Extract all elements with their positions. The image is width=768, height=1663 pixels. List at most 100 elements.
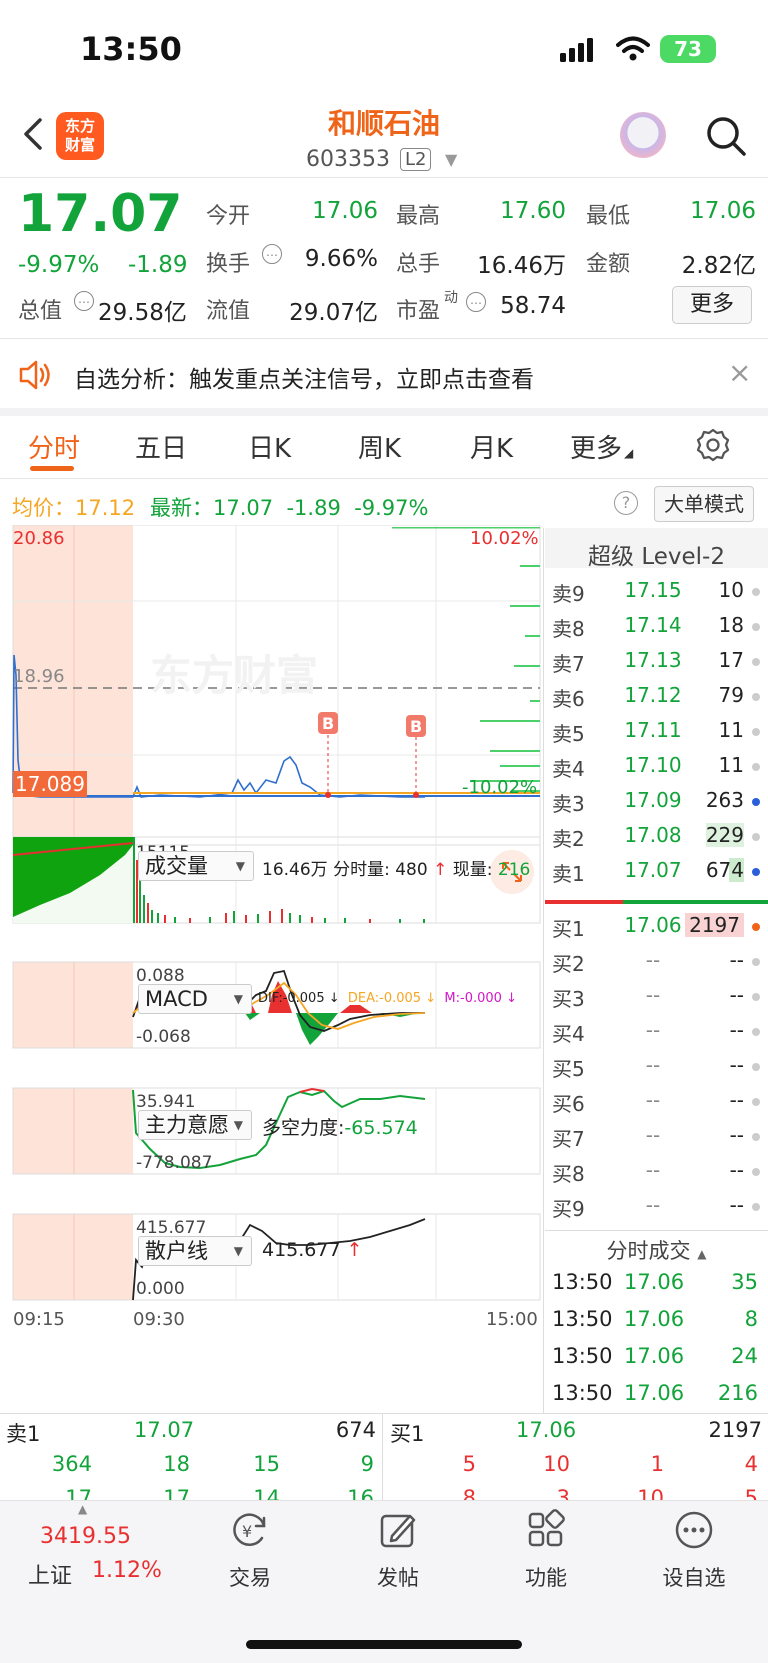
bid-price: -- (645, 1193, 661, 1217)
bid-label: 买3 (552, 987, 585, 1011)
tick-volume: 35 (731, 1270, 758, 1294)
pre-market-shade (13, 962, 133, 1048)
status-dot (752, 728, 760, 736)
change-percent: -9.97% (18, 252, 100, 278)
main-force-value: -65.574 (344, 1117, 418, 1139)
dropdown-caret-icon[interactable]: ▼ (445, 150, 457, 169)
volume-minute-value: 480 (395, 860, 428, 880)
tick-volume: 8 (744, 1307, 758, 1331)
bid-price: -- (645, 1158, 661, 1182)
market-cap-info-icon[interactable]: … (74, 291, 94, 311)
tick-row: 13:50 17.06 8 (552, 1307, 762, 1343)
tab-intraday[interactable]: 分时 (28, 428, 80, 465)
status-dot (752, 798, 760, 806)
bid-label: 买2 (552, 952, 585, 976)
nav-post[interactable]: 发帖 (348, 1508, 448, 1592)
status-dot (752, 868, 760, 876)
assistant-robot-icon[interactable] (620, 112, 666, 158)
status-dot (752, 923, 760, 931)
battery-icon: 73 (660, 35, 716, 63)
status-dot (752, 1133, 760, 1141)
tab-daily-k[interactable]: 日K (248, 428, 291, 465)
macd-selector[interactable]: MACD ▼ (138, 984, 252, 1014)
ticks-divider (545, 1230, 768, 1231)
depth-cell: 15 (253, 1452, 280, 1476)
bid-row: 买4 -- -- (552, 1018, 764, 1053)
turnover-info-icon[interactable]: … (262, 244, 282, 264)
caret-up-icon[interactable]: ▲ (78, 1502, 87, 1516)
tab-monthly-k[interactable]: 月K (470, 428, 513, 465)
b-marker-label: B (410, 717, 422, 736)
macd-stats: DIF:-0.005 ↓ DEA:-0.005 ↓ M:-0.000 ↓ (258, 991, 517, 1006)
time-axis-open: 09:30 (133, 1309, 185, 1330)
stock-code: 603353 (306, 147, 390, 172)
ticks-title[interactable]: 分时成交 ▲ (545, 1235, 768, 1265)
latest-price-value: 17.07 (213, 496, 274, 520)
more-quote-button[interactable]: 更多 (672, 286, 752, 324)
depth-cell: 10 (637, 1486, 664, 1501)
latest-price-label: 最新： (150, 496, 213, 520)
quote-divider (0, 338, 768, 339)
close-icon[interactable]: × (728, 356, 751, 389)
volume-selector-label: 成交量 (145, 854, 208, 878)
status-dot (752, 1098, 760, 1106)
main-force-label: 多空力度: (262, 1117, 345, 1139)
level2-badge: L2 (400, 148, 432, 171)
ask-volume: 17 (718, 648, 744, 672)
depth-bar (530, 700, 540, 702)
bid-volume: -- (729, 1193, 744, 1217)
bid-volume: -- (729, 948, 744, 972)
chart-area[interactable]: 东方财富 B B 20.86 10.02% 18.96 -10.02% 17.0… (0, 525, 545, 1405)
ask-label: 卖1 (552, 862, 585, 886)
ask-label: 卖2 (552, 827, 585, 851)
open-label: 今开 (206, 204, 251, 229)
gear-icon[interactable] (694, 426, 732, 464)
ask-row: 卖7 17.13 17 (552, 648, 764, 683)
edit-icon (380, 1514, 416, 1548)
ask-row: 卖2 17.08 229 (552, 823, 764, 858)
index-change[interactable]: 1.12% (92, 1558, 162, 1583)
retail-selector[interactable]: 散户线 ▼ (138, 1236, 252, 1266)
tab-weekly-k[interactable]: 周K (358, 428, 401, 465)
index-name[interactable]: 上证 (28, 1558, 72, 1590)
bid-row: 买3 -- -- (552, 983, 764, 1018)
status-dot (752, 833, 760, 841)
notice-text[interactable]: 自选分析：触发重点关注信号，立即点击查看 (74, 360, 534, 394)
nav-functions[interactable]: 功能 (496, 1508, 596, 1592)
status-dot (752, 958, 760, 966)
ask-label: 卖7 (552, 652, 585, 676)
active-tab-indicator (30, 466, 74, 471)
search-icon[interactable] (704, 114, 748, 158)
volume-selector[interactable]: 成交量 ▼ (138, 851, 254, 881)
low-label: 最低 (586, 204, 631, 229)
apps-grid-icon (528, 1509, 565, 1547)
help-icon[interactable]: ? (614, 491, 638, 515)
tab-five-day[interactable]: 五日 (135, 428, 187, 465)
main-force-selector[interactable]: 主力意愿 ▼ (138, 1110, 252, 1140)
nav-trade-label: 交易 (229, 1566, 271, 1590)
total-volume-label: 总手 (396, 252, 441, 277)
amount-value: 2.82亿 (681, 253, 756, 279)
nav-trade[interactable]: ¥ 交易 (200, 1508, 300, 1592)
ask-price: 17.15 (624, 578, 682, 602)
ask-volume: 11 (718, 753, 744, 777)
current-price-tag-label: 17.089 (15, 772, 85, 796)
depth-cell: 5 (462, 1452, 476, 1476)
depth-bar (480, 720, 540, 722)
macd-top-label: 0.088 (136, 966, 185, 986)
pe-info-icon[interactable]: … (466, 292, 486, 312)
index-value[interactable]: 3419.55 (40, 1524, 131, 1549)
ask-volume: 18 (718, 613, 744, 637)
ask-row: 卖4 17.10 11 (552, 753, 764, 788)
tab-more[interactable]: 更多 ◢ (570, 428, 633, 465)
high-label: 最高 (396, 204, 441, 229)
nav-add-watchlist[interactable]: 设自选 (644, 1508, 744, 1592)
tab-more-label: 更多 (570, 434, 623, 464)
volume-now-value: 216 (497, 860, 531, 880)
time-axis-start: 09:15 (13, 1309, 65, 1330)
bid-price: -- (645, 1088, 661, 1112)
nav-add-watchlist-label: 设自选 (662, 1566, 726, 1590)
big-order-mode-button[interactable]: 大单模式 (654, 486, 754, 522)
depth-cell: 17 (163, 1486, 190, 1501)
ask-row: 卖1 17.07 674 (552, 858, 764, 893)
